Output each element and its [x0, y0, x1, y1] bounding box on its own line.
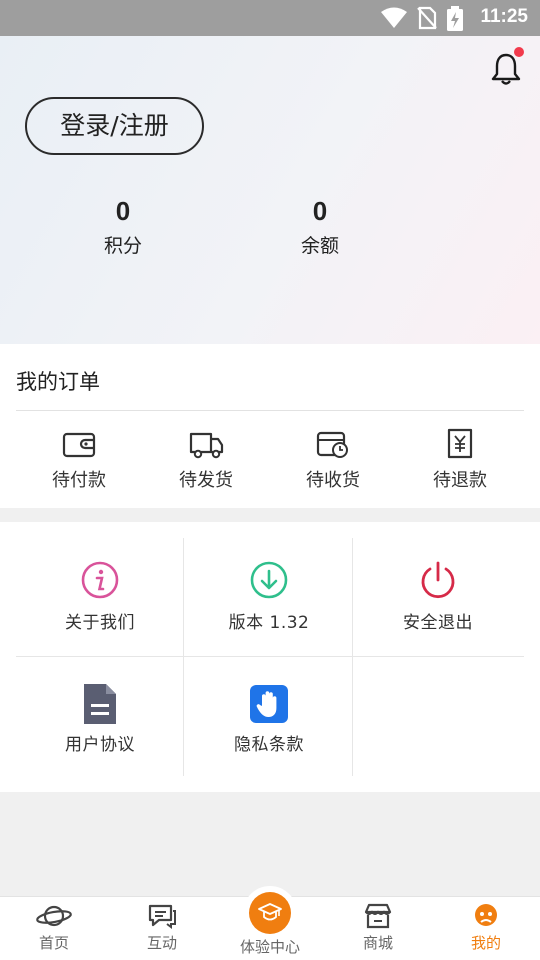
- order-pending-receipt[interactable]: 待收货: [283, 428, 383, 492]
- about-us-item[interactable]: 关于我们: [16, 560, 184, 678]
- my-orders-section: 我的订单 待付款 待发货 待收货 待退款: [0, 344, 540, 508]
- balance-stat[interactable]: 0 余额: [260, 196, 380, 258]
- menu-label: 版本 1.32: [228, 613, 310, 633]
- store-icon: [364, 903, 392, 929]
- document-icon: [84, 684, 116, 724]
- tab-home[interactable]: 首页: [9, 903, 99, 953]
- order-label: 待收货: [306, 470, 360, 491]
- mascot-icon: [475, 904, 497, 926]
- graduate-icon: [258, 903, 282, 921]
- hand-icon: [250, 685, 288, 723]
- tab-label: 互动: [146, 934, 177, 952]
- menu-label: 用户协议: [65, 735, 135, 755]
- order-pending-payment[interactable]: 待付款: [29, 428, 129, 492]
- points-value: 0: [115, 196, 131, 226]
- order-label: 待付款: [52, 470, 106, 491]
- notification-dot: [514, 47, 524, 57]
- bell-icon: [491, 53, 521, 85]
- balance-label: 余额: [300, 235, 339, 257]
- menu-label: 隐私条款: [234, 735, 304, 755]
- experience-button-circle: [249, 892, 291, 934]
- tab-experience-center[interactable]: [243, 886, 297, 940]
- tab-mine[interactable]: 我的: [441, 903, 531, 953]
- order-pending-shipment[interactable]: 待发货: [156, 428, 256, 492]
- order-label: 待退款: [433, 470, 487, 491]
- refund-receipt-icon: [447, 428, 473, 459]
- orders-divider: [16, 410, 524, 411]
- points-label: 积分: [103, 235, 142, 257]
- no-sim-icon: [417, 6, 437, 30]
- logout-item[interactable]: 安全退出: [354, 560, 522, 678]
- tab-interact[interactable]: 互动: [117, 903, 207, 953]
- menu-label: 安全退出: [403, 613, 473, 633]
- user-agreement-item[interactable]: 用户协议: [16, 682, 184, 800]
- points-stat[interactable]: 0 积分: [63, 196, 183, 258]
- tab-label: 商城: [362, 934, 393, 952]
- battery-charging-icon: [447, 6, 463, 31]
- version-item[interactable]: 版本 1.32: [185, 560, 353, 678]
- profile-header: 登录/注册 0 积分 0 余额: [0, 36, 540, 344]
- notification-button[interactable]: [490, 47, 524, 86]
- tab-label: 我的: [470, 934, 501, 952]
- status-bar: 11:25: [0, 0, 540, 36]
- chat-icon: [148, 904, 176, 929]
- orders-title: 我的订单: [16, 370, 100, 394]
- order-pending-refund[interactable]: 待退款: [410, 428, 510, 492]
- power-icon: [421, 561, 455, 599]
- package-clock-icon: [316, 431, 348, 458]
- tab-label: 首页: [38, 934, 69, 952]
- download-icon: [250, 561, 288, 599]
- tab-label-experience-center: 体验中心: [239, 938, 300, 956]
- clock: 11:25: [480, 6, 528, 27]
- truck-icon: [189, 432, 224, 459]
- wifi-icon: [381, 7, 407, 28]
- tab-store[interactable]: 商城: [333, 903, 423, 953]
- wallet-icon: [62, 432, 96, 458]
- services-grid: 关于我们 版本 1.32 安全退出 用户协议 隐私条款: [0, 522, 540, 792]
- info-icon: [81, 561, 119, 599]
- order-label: 待发货: [179, 470, 233, 491]
- menu-label: 关于我们: [65, 613, 135, 633]
- login-register-button[interactable]: 登录/注册: [25, 97, 204, 155]
- balance-value: 0: [312, 196, 328, 226]
- privacy-policy-item[interactable]: 隐私条款: [185, 684, 353, 802]
- planet-icon: [36, 905, 72, 927]
